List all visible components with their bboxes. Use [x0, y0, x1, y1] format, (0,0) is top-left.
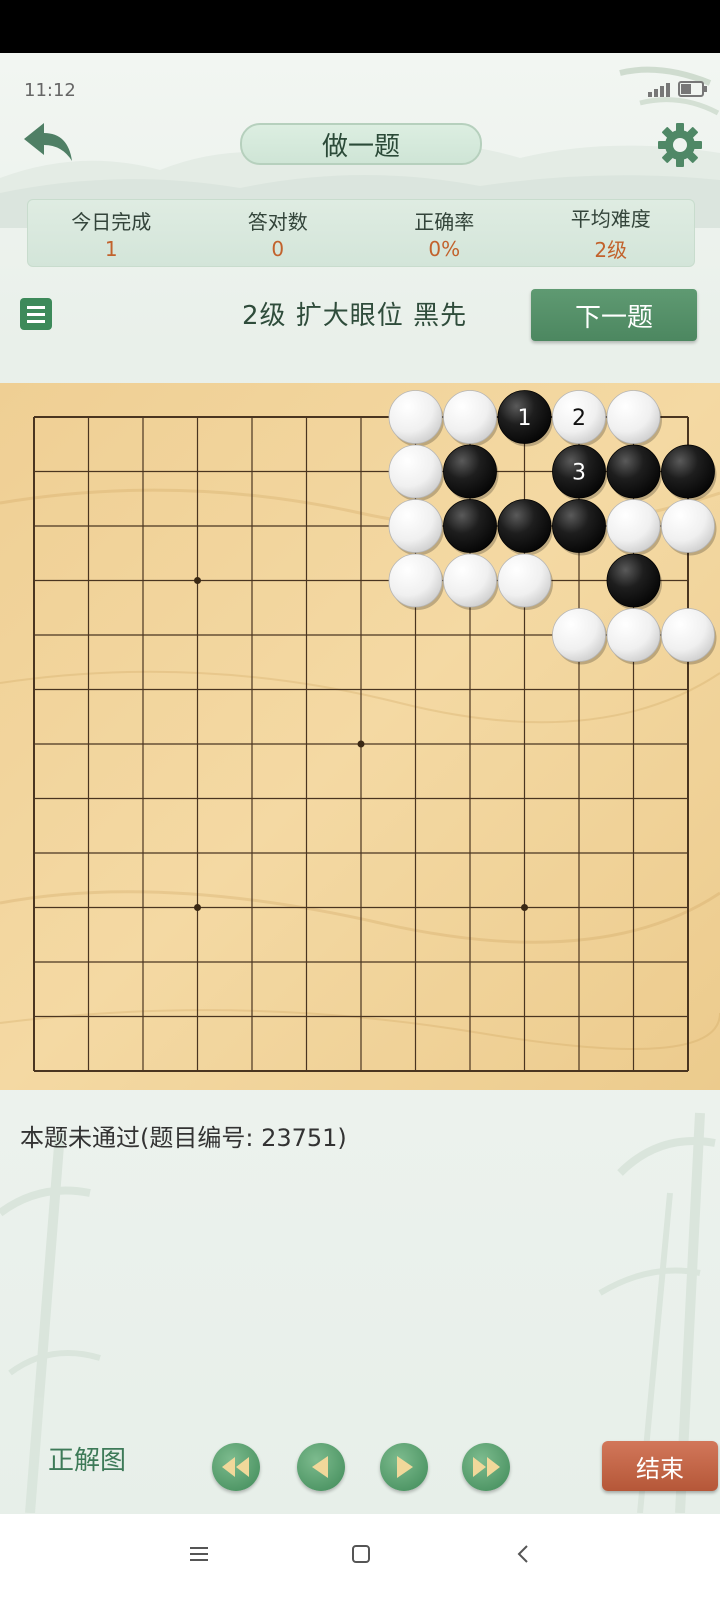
stat-correct-count: 答对数 0	[195, 200, 362, 266]
stat-value: 0%	[428, 236, 461, 261]
stats-panel: 今日完成 1 答对数 0 正确率 0% 平均难度 2级	[27, 199, 695, 267]
star-point	[521, 904, 528, 911]
step-forward-icon[interactable]	[380, 1443, 428, 1491]
move-number-label: 1	[518, 406, 532, 431]
stat-accuracy: 正确率 0%	[361, 200, 528, 266]
end-button[interactable]: 结束	[602, 1441, 718, 1491]
stat-value: 1	[104, 236, 118, 261]
stat-label: 平均难度	[570, 207, 651, 231]
page-title: 做一题	[240, 123, 482, 165]
stat-label: 今日完成	[71, 209, 152, 234]
star-point	[194, 904, 201, 911]
fast-forward-icon[interactable]	[462, 1443, 510, 1491]
status-time: 11:12	[24, 80, 76, 101]
problem-title: 2级 扩大眼位 黑先	[242, 301, 468, 331]
star-point	[357, 740, 365, 748]
menu-lines-icon[interactable]	[187, 1542, 211, 1566]
stat-avg-difficulty: 平均难度 2级	[528, 200, 695, 266]
step-backward-icon[interactable]	[297, 1443, 345, 1491]
system-navigation-bar	[0, 1514, 720, 1600]
result-message: 本题未通过(题目编号: 23751)	[20, 1124, 347, 1152]
app-screen: 11:12 做一题 今日完成 1 答对数 0 正确率 0% 平均难度 2级 2级…	[0, 53, 720, 1514]
home-square-icon[interactable]	[349, 1542, 373, 1566]
back-chevron-icon[interactable]	[512, 1542, 536, 1566]
stat-label: 答对数	[247, 209, 308, 234]
star-point	[194, 577, 201, 584]
move-number-label: 2	[572, 406, 586, 431]
list-menu-icon[interactable]	[20, 298, 52, 330]
back-arrow-icon[interactable]	[20, 121, 76, 167]
next-problem-button[interactable]: 下一题	[531, 289, 697, 341]
stat-value: 0	[271, 236, 285, 261]
answer-diagram-button[interactable]: 正解图	[48, 1440, 126, 1477]
gear-icon[interactable]	[656, 121, 704, 169]
status-icons	[648, 81, 707, 97]
fast-backward-icon[interactable]	[212, 1443, 260, 1491]
battery-icon	[678, 81, 707, 97]
camera-cutout-bar	[0, 0, 720, 53]
move-number-label: 3	[572, 461, 586, 486]
stat-value: 2级	[594, 238, 628, 262]
stat-label: 正确率	[414, 209, 475, 234]
board-wood	[0, 383, 720, 1090]
signal-icon	[648, 81, 670, 97]
go-board[interactable]: 1 2 3	[0, 383, 720, 1090]
go-board-svg[interactable]: 1 2 3	[0, 383, 720, 1090]
stat-today-done: 今日完成 1	[28, 200, 195, 266]
